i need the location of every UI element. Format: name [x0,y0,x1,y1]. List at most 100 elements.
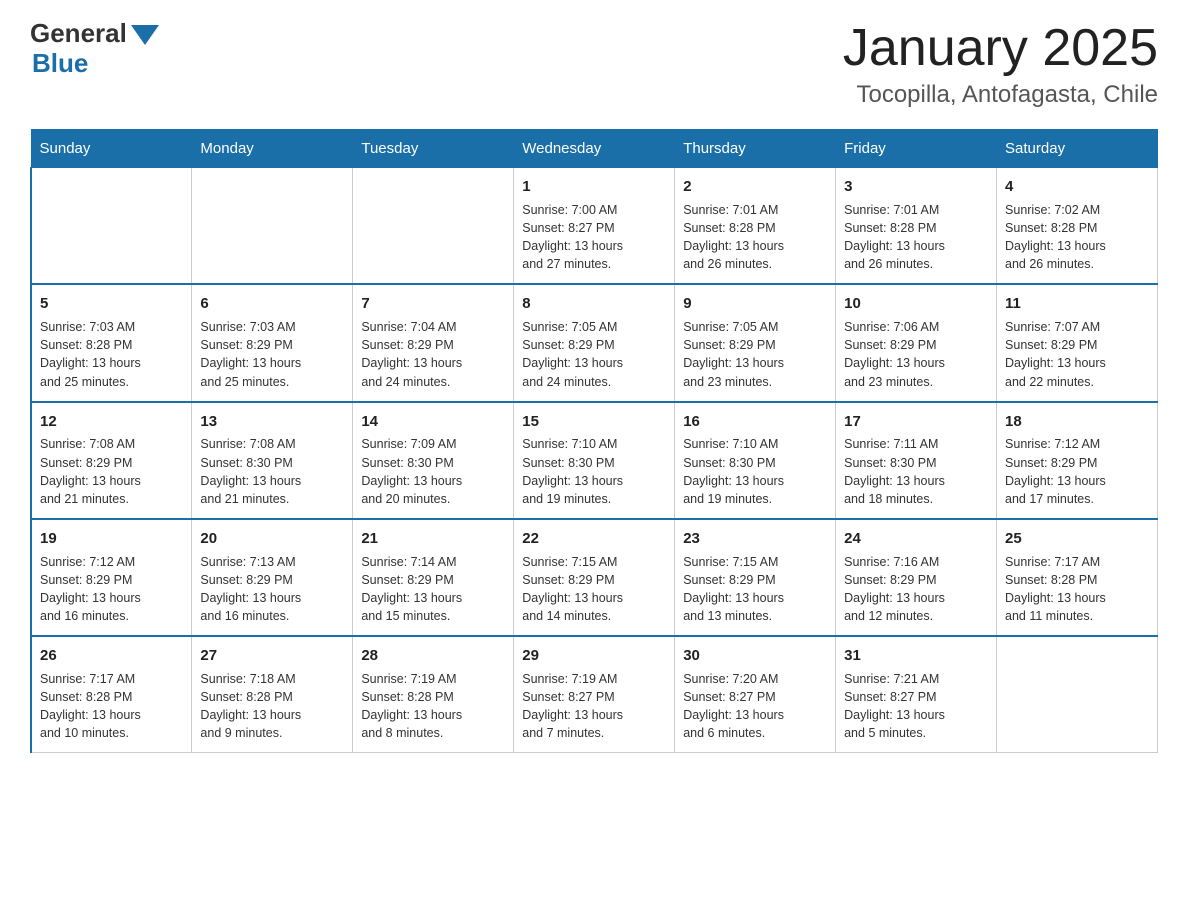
day-info: Sunrise: 7:09 AM Sunset: 8:30 PM Dayligh… [361,437,462,505]
day-header-tuesday: Tuesday [353,130,514,168]
day-number: 21 [361,528,505,550]
day-number: 1 [522,176,666,198]
day-info: Sunrise: 7:03 AM Sunset: 8:29 PM Dayligh… [200,320,301,388]
day-number: 19 [40,528,183,550]
calendar-cell: 1 Sunrise: 7:00 AM Sunset: 8:27 PM Daylig… [514,168,675,285]
day-number: 18 [1005,411,1149,433]
day-info: Sunrise: 7:05 AM Sunset: 8:29 PM Dayligh… [522,320,623,388]
day-info: Sunrise: 7:08 AM Sunset: 8:30 PM Dayligh… [200,437,301,505]
calendar-cell: 28 Sunrise: 7:19 AM Sunset: 8:28 PM Dayli… [353,636,514,753]
day-header-saturday: Saturday [997,130,1158,168]
calendar-cell: 31Sunrise: 7:21 AM Sunset: 8:27 PM Dayli… [836,636,997,753]
title-section: January 2025 Tocopilla, Antofagasta, Chi… [843,20,1158,109]
day-number: 4 [1005,176,1149,198]
logo-triangle-icon [131,25,159,45]
day-info: Sunrise: 7:01 AM Sunset: 8:28 PM Dayligh… [683,203,784,271]
calendar-cell: 21 Sunrise: 7:14 AM Sunset: 8:29 PM Dayli… [353,519,514,636]
day-number: 27 [200,645,344,667]
day-info: Sunrise: 7:14 AM Sunset: 8:29 PM Dayligh… [361,555,462,623]
day-info: Sunrise: 7:19 AM Sunset: 8:27 PM Dayligh… [522,672,623,740]
day-info: Sunrise: 7:06 AM Sunset: 8:29 PM Dayligh… [844,320,945,388]
logo-general-text: General [30,20,127,46]
day-header-thursday: Thursday [675,130,836,168]
day-number: 3 [844,176,988,198]
calendar-cell: 4 Sunrise: 7:02 AM Sunset: 8:28 PM Daylig… [997,168,1158,285]
day-info: Sunrise: 7:00 AM Sunset: 8:27 PM Dayligh… [522,203,623,271]
calendar-week-row: 1 Sunrise: 7:00 AM Sunset: 8:27 PM Daylig… [31,168,1158,285]
calendar-cell: 23Sunrise: 7:15 AM Sunset: 8:29 PM Dayli… [675,519,836,636]
day-info: Sunrise: 7:10 AM Sunset: 8:30 PM Dayligh… [522,437,623,505]
logo-blue-text: Blue [32,48,88,79]
calendar-cell: 6 Sunrise: 7:03 AM Sunset: 8:29 PM Daylig… [192,284,353,401]
day-number: 30 [683,645,827,667]
calendar-cell: 3 Sunrise: 7:01 AM Sunset: 8:28 PM Daylig… [836,168,997,285]
day-info: Sunrise: 7:10 AM Sunset: 8:30 PM Dayligh… [683,437,784,505]
calendar-cell [192,168,353,285]
calendar-cell: 18 Sunrise: 7:12 AM Sunset: 8:29 PM Dayli… [997,402,1158,519]
day-info: Sunrise: 7:05 AM Sunset: 8:29 PM Dayligh… [683,320,784,388]
day-info: Sunrise: 7:07 AM Sunset: 8:29 PM Dayligh… [1005,320,1106,388]
calendar-cell [353,168,514,285]
day-header-monday: Monday [192,130,353,168]
day-number: 6 [200,293,344,315]
day-number: 24 [844,528,988,550]
day-number: 13 [200,411,344,433]
calendar-cell [31,168,192,285]
day-number: 26 [40,645,183,667]
calendar-cell: 5 Sunrise: 7:03 AM Sunset: 8:28 PM Daylig… [31,284,192,401]
calendar-cell: 17Sunrise: 7:11 AM Sunset: 8:30 PM Dayli… [836,402,997,519]
day-number: 11 [1005,293,1149,315]
calendar-cell: 22 Sunrise: 7:15 AM Sunset: 8:29 PM Dayli… [514,519,675,636]
day-header-sunday: Sunday [31,130,192,168]
day-info: Sunrise: 7:11 AM Sunset: 8:30 PM Dayligh… [844,437,945,505]
calendar-cell: 26 Sunrise: 7:17 AM Sunset: 8:28 PM Dayli… [31,636,192,753]
calendar-week-row: 19Sunrise: 7:12 AM Sunset: 8:29 PM Dayli… [31,519,1158,636]
day-info: Sunrise: 7:12 AM Sunset: 8:29 PM Dayligh… [1005,437,1106,505]
page-header: General Blue January 2025 Tocopilla, Ant… [30,20,1158,109]
day-info: Sunrise: 7:02 AM Sunset: 8:28 PM Dayligh… [1005,203,1106,271]
day-number: 5 [40,293,183,315]
calendar-cell [997,636,1158,753]
calendar-cell: 8 Sunrise: 7:05 AM Sunset: 8:29 PM Daylig… [514,284,675,401]
calendar-cell: 29Sunrise: 7:19 AM Sunset: 8:27 PM Dayli… [514,636,675,753]
day-info: Sunrise: 7:15 AM Sunset: 8:29 PM Dayligh… [522,555,623,623]
calendar-cell: 9Sunrise: 7:05 AM Sunset: 8:29 PM Daylig… [675,284,836,401]
day-info: Sunrise: 7:16 AM Sunset: 8:29 PM Dayligh… [844,555,945,623]
day-info: Sunrise: 7:17 AM Sunset: 8:28 PM Dayligh… [40,672,141,740]
calendar-cell: 16Sunrise: 7:10 AM Sunset: 8:30 PM Dayli… [675,402,836,519]
day-info: Sunrise: 7:13 AM Sunset: 8:29 PM Dayligh… [200,555,301,623]
day-info: Sunrise: 7:01 AM Sunset: 8:28 PM Dayligh… [844,203,945,271]
calendar-cell: 24 Sunrise: 7:16 AM Sunset: 8:29 PM Dayli… [836,519,997,636]
day-info: Sunrise: 7:18 AM Sunset: 8:28 PM Dayligh… [200,672,301,740]
day-number: 20 [200,528,344,550]
day-info: Sunrise: 7:08 AM Sunset: 8:29 PM Dayligh… [40,437,141,505]
day-number: 22 [522,528,666,550]
day-info: Sunrise: 7:04 AM Sunset: 8:29 PM Dayligh… [361,320,462,388]
calendar-cell: 11 Sunrise: 7:07 AM Sunset: 8:29 PM Dayli… [997,284,1158,401]
day-number: 8 [522,293,666,315]
day-headers-row: SundayMondayTuesdayWednesdayThursdayFrid… [31,130,1158,168]
calendar-cell: 27 Sunrise: 7:18 AM Sunset: 8:28 PM Dayli… [192,636,353,753]
calendar-cell: 15 Sunrise: 7:10 AM Sunset: 8:30 PM Dayli… [514,402,675,519]
calendar-cell: 20 Sunrise: 7:13 AM Sunset: 8:29 PM Dayli… [192,519,353,636]
day-number: 12 [40,411,183,433]
day-info: Sunrise: 7:20 AM Sunset: 8:27 PM Dayligh… [683,672,784,740]
day-number: 23 [683,528,827,550]
day-number: 10 [844,293,988,315]
day-info: Sunrise: 7:19 AM Sunset: 8:28 PM Dayligh… [361,672,462,740]
calendar-cell: 13 Sunrise: 7:08 AM Sunset: 8:30 PM Dayli… [192,402,353,519]
day-number: 15 [522,411,666,433]
day-number: 7 [361,293,505,315]
day-number: 31 [844,645,988,667]
day-number: 25 [1005,528,1149,550]
calendar-title: January 2025 [843,20,1158,77]
calendar-cell: 7 Sunrise: 7:04 AM Sunset: 8:29 PM Daylig… [353,284,514,401]
day-header-friday: Friday [836,130,997,168]
calendar-week-row: 5 Sunrise: 7:03 AM Sunset: 8:28 PM Daylig… [31,284,1158,401]
calendar-cell: 14 Sunrise: 7:09 AM Sunset: 8:30 PM Dayli… [353,402,514,519]
logo: General Blue [30,20,159,79]
day-number: 28 [361,645,505,667]
day-number: 14 [361,411,505,433]
day-header-wednesday: Wednesday [514,130,675,168]
day-info: Sunrise: 7:03 AM Sunset: 8:28 PM Dayligh… [40,320,141,388]
